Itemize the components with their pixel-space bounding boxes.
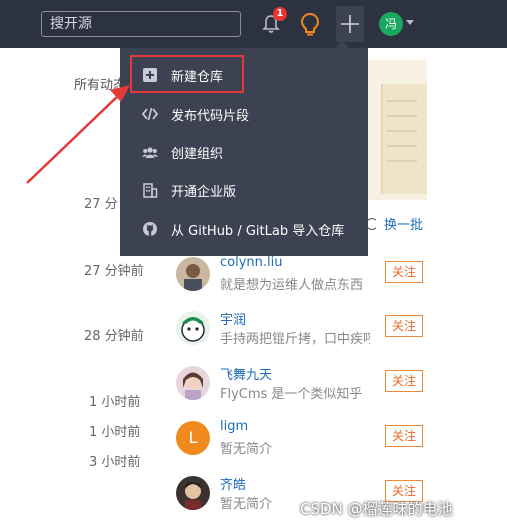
menu-item-enterprise[interactable]: 开通企业版 — [120, 171, 368, 209]
menu-item-label: 开通企业版 — [171, 185, 237, 200]
activity-time: 1 小时前 — [89, 425, 141, 440]
notification-badge: 1 — [273, 7, 287, 21]
watermark-text: CSDN @榴莲味的电池 — [300, 500, 453, 518]
switch-batch-button[interactable]: 换一批 — [366, 214, 423, 233]
follow-button[interactable]: 关注 — [385, 370, 423, 392]
group-icon — [142, 147, 158, 158]
all-activity-label[interactable]: 所有动态 — [74, 74, 120, 93]
user-description: 手持两把锟斤拷，口中疾呼 — [220, 332, 370, 347]
highlight-box — [130, 55, 244, 93]
banner-line — [387, 145, 417, 147]
follow-button[interactable]: 关注 — [385, 315, 423, 337]
user-card: L ligm 暂无简介 关注 — [176, 419, 476, 459]
promo-banner[interactable] — [367, 60, 427, 200]
activity-time: 28 分钟前 — [84, 329, 144, 344]
banner-line — [387, 100, 417, 102]
activity-time: 27 分 — [84, 197, 118, 212]
user-name[interactable]: ligm — [220, 419, 248, 434]
building-icon — [143, 183, 158, 198]
user-avatar[interactable]: 冯 — [379, 12, 403, 36]
user-avatar[interactable] — [176, 311, 210, 345]
follow-button[interactable]: 关注 — [385, 261, 423, 283]
activity-time: 3 小时前 — [89, 455, 141, 470]
lightbulb-icon[interactable] — [299, 12, 321, 36]
banner-line — [387, 130, 417, 132]
menu-item-label: 创建组织 — [171, 147, 224, 162]
user-name[interactable]: 飞舞九天 — [220, 364, 272, 383]
user-avatar[interactable]: L — [176, 421, 210, 455]
user-avatar[interactable] — [176, 257, 210, 291]
banner-line — [387, 160, 417, 162]
switch-batch-label: 换一批 — [384, 218, 424, 233]
banner-line — [387, 115, 417, 117]
user-name[interactable]: 宇润 — [220, 309, 246, 328]
menu-item-import-repository[interactable]: 从 GitHub / GitLab 导入仓库 — [120, 210, 368, 248]
user-card: 飞舞九天 FlyCms 是一个类似知乎 关注 — [176, 364, 476, 404]
activity-time: 1 小时前 — [89, 395, 141, 410]
menu-item-create-organization[interactable]: 创建组织 — [120, 133, 368, 171]
user-description: 就是想为运维人做点东西 — [220, 278, 364, 293]
follow-button[interactable]: 关注 — [385, 425, 423, 447]
user-avatar[interactable] — [176, 366, 210, 400]
menu-item-publish-snippet[interactable]: 发布代码片段 — [120, 95, 368, 133]
plus-button[interactable] — [336, 6, 364, 42]
user-card: colynn.liu 就是想为运维人做点东西 关注 — [176, 255, 476, 295]
user-name[interactable]: colynn.liu — [220, 255, 282, 270]
dropdown-caret — [335, 41, 349, 48]
user-name[interactable]: 齐皓 — [220, 474, 246, 493]
user-description: 暂无简介 — [220, 442, 273, 457]
menu-item-label: 发布代码片段 — [171, 109, 250, 124]
user-card: 宇润 手持两把锟斤拷，口中疾呼 关注 — [176, 309, 476, 349]
search-input[interactable] — [41, 11, 241, 37]
chevron-down-icon[interactable] — [406, 20, 414, 25]
user-description: FlyCms 是一个类似知乎 — [220, 387, 363, 402]
code-icon — [142, 107, 158, 121]
activity-time: 27 分钟前 — [84, 264, 144, 279]
menu-item-label: 从 GitHub / GitLab 导入仓库 — [171, 224, 345, 239]
user-avatar[interactable] — [176, 476, 210, 510]
github-icon — [143, 222, 157, 236]
